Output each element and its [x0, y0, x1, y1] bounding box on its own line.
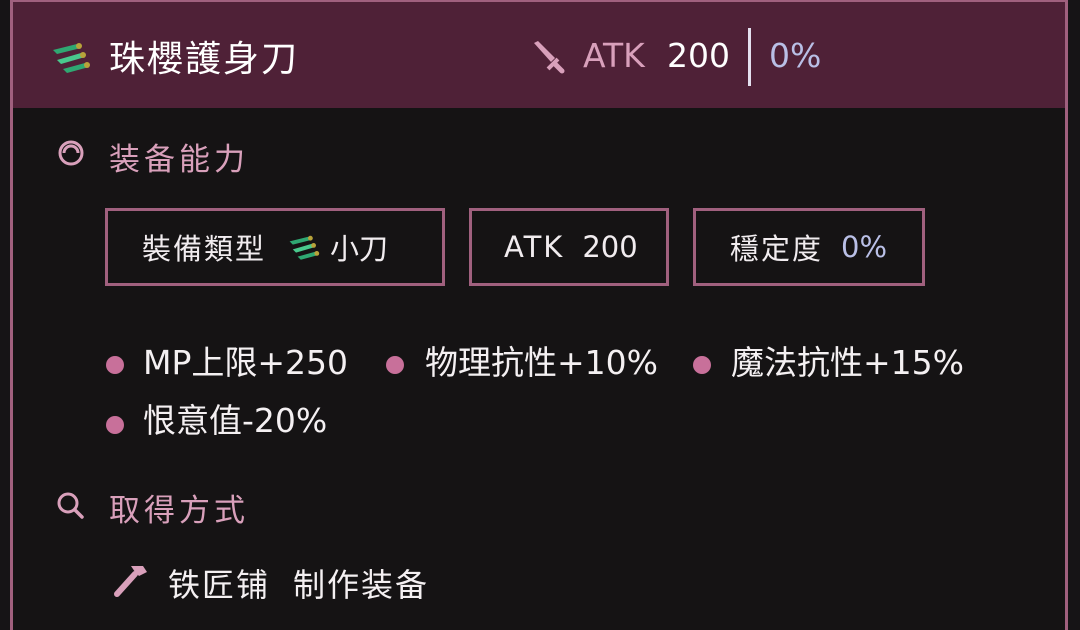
bullet: [693, 356, 711, 374]
effect-item: 魔法抗性+15%: [731, 343, 964, 382]
stat-value: 0%: [841, 230, 888, 264]
header-divider: [748, 28, 751, 86]
header-atk-value: 200: [667, 36, 730, 75]
bullet: [106, 416, 124, 434]
stat-label: ATK: [504, 230, 565, 264]
green-dagger-icon: [289, 235, 320, 260]
source-action: 制作装备: [293, 566, 430, 604]
header-stability-value: 0%: [769, 36, 822, 75]
item-title: 珠櫻護身刀: [109, 39, 300, 80]
stat-box-equip-type: 裝備類型 小刀: [105, 208, 445, 286]
item-header: 珠櫻護身刀 ATK 200 0%: [13, 0, 1065, 108]
item-detail-card: 珠櫻護身刀 ATK 200 0% 装备能力 裝備類型 小刀 ATK 200 穩定…: [10, 0, 1068, 630]
effect-item: MP上限+250: [143, 343, 349, 382]
stat-value: 200: [582, 230, 638, 264]
hammer-icon: [114, 566, 147, 597]
equip-ability-title: 装备能力: [109, 142, 249, 178]
header-atk-label: ATK: [583, 36, 645, 75]
search-icon: [57, 492, 84, 519]
stat-label: 穩定度: [730, 232, 824, 266]
sword-icon: [534, 41, 565, 74]
effect-item: 恨意值-20%: [143, 401, 328, 440]
swirl-icon: [58, 140, 84, 166]
stat-value: 小刀: [330, 232, 389, 266]
stat-label: 裝備類型: [142, 232, 267, 266]
source-place: 铁匠铺: [168, 566, 271, 604]
green-dagger-icon: [53, 43, 90, 73]
bullet: [386, 356, 404, 374]
acquisition-title: 取得方式: [109, 493, 249, 529]
bullet: [106, 356, 124, 374]
stat-box-stability: 穩定度 0%: [693, 208, 925, 286]
stat-box-atk: ATK 200: [469, 208, 669, 286]
effect-item: 物理抗性+10%: [425, 343, 658, 382]
